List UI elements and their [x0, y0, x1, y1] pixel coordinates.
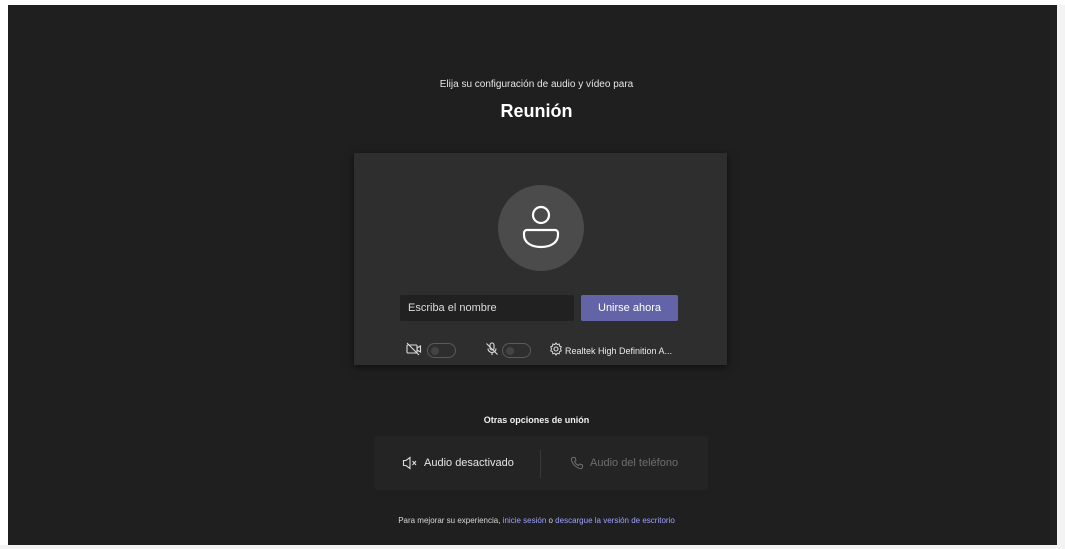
download-desktop-link[interactable]: descargue la versión de escritorio [555, 516, 675, 525]
other-options-heading: Otras opciones de unión [483, 415, 590, 425]
person-icon [522, 205, 560, 249]
signin-link[interactable]: inicie sesión [503, 516, 547, 525]
meeting-prejoin-screen: Elija su configuración de audio y vídeo … [8, 5, 1065, 545]
footer-middle: o [546, 516, 556, 525]
name-input[interactable] [400, 295, 574, 321]
window-edge-bottom [0, 545, 1065, 549]
phone-audio-option[interactable]: Audio del teléfono [570, 436, 678, 490]
prejoin-subtitle: Elija su configuración de audio y vídeo … [439, 79, 634, 90]
meeting-title: Reunión [500, 101, 573, 121]
avatar [498, 185, 584, 271]
footer-prefix: Para mejorar su experiencia, [398, 516, 503, 525]
audio-off-option[interactable]: Audio desactivado [402, 436, 514, 490]
footer-note: Para mejorar su experiencia, inicie sesi… [8, 516, 1065, 525]
camera-toggle[interactable] [427, 343, 456, 358]
gear-icon[interactable] [549, 342, 563, 356]
join-now-button[interactable]: Unirse ahora [581, 295, 678, 321]
options-divider [540, 450, 541, 478]
phone-audio-label: Audio del teléfono [590, 457, 679, 469]
other-options-panel: Audio desactivado Audio del teléfono [374, 436, 708, 490]
device-controls: Realtek High Definition A... [354, 341, 727, 361]
window-edge-right [1057, 5, 1065, 545]
audio-device-label[interactable]: Realtek High Definition A... [565, 346, 672, 356]
mic-off-icon [486, 342, 498, 355]
phone-icon [570, 457, 583, 470]
speaker-off-icon [402, 456, 417, 470]
preview-panel: Unirse ahora Realtek High Definition A..… [354, 153, 727, 365]
audio-off-label: Audio desactivado [424, 457, 514, 469]
camera-off-icon [406, 342, 422, 356]
mic-toggle[interactable] [502, 343, 531, 358]
